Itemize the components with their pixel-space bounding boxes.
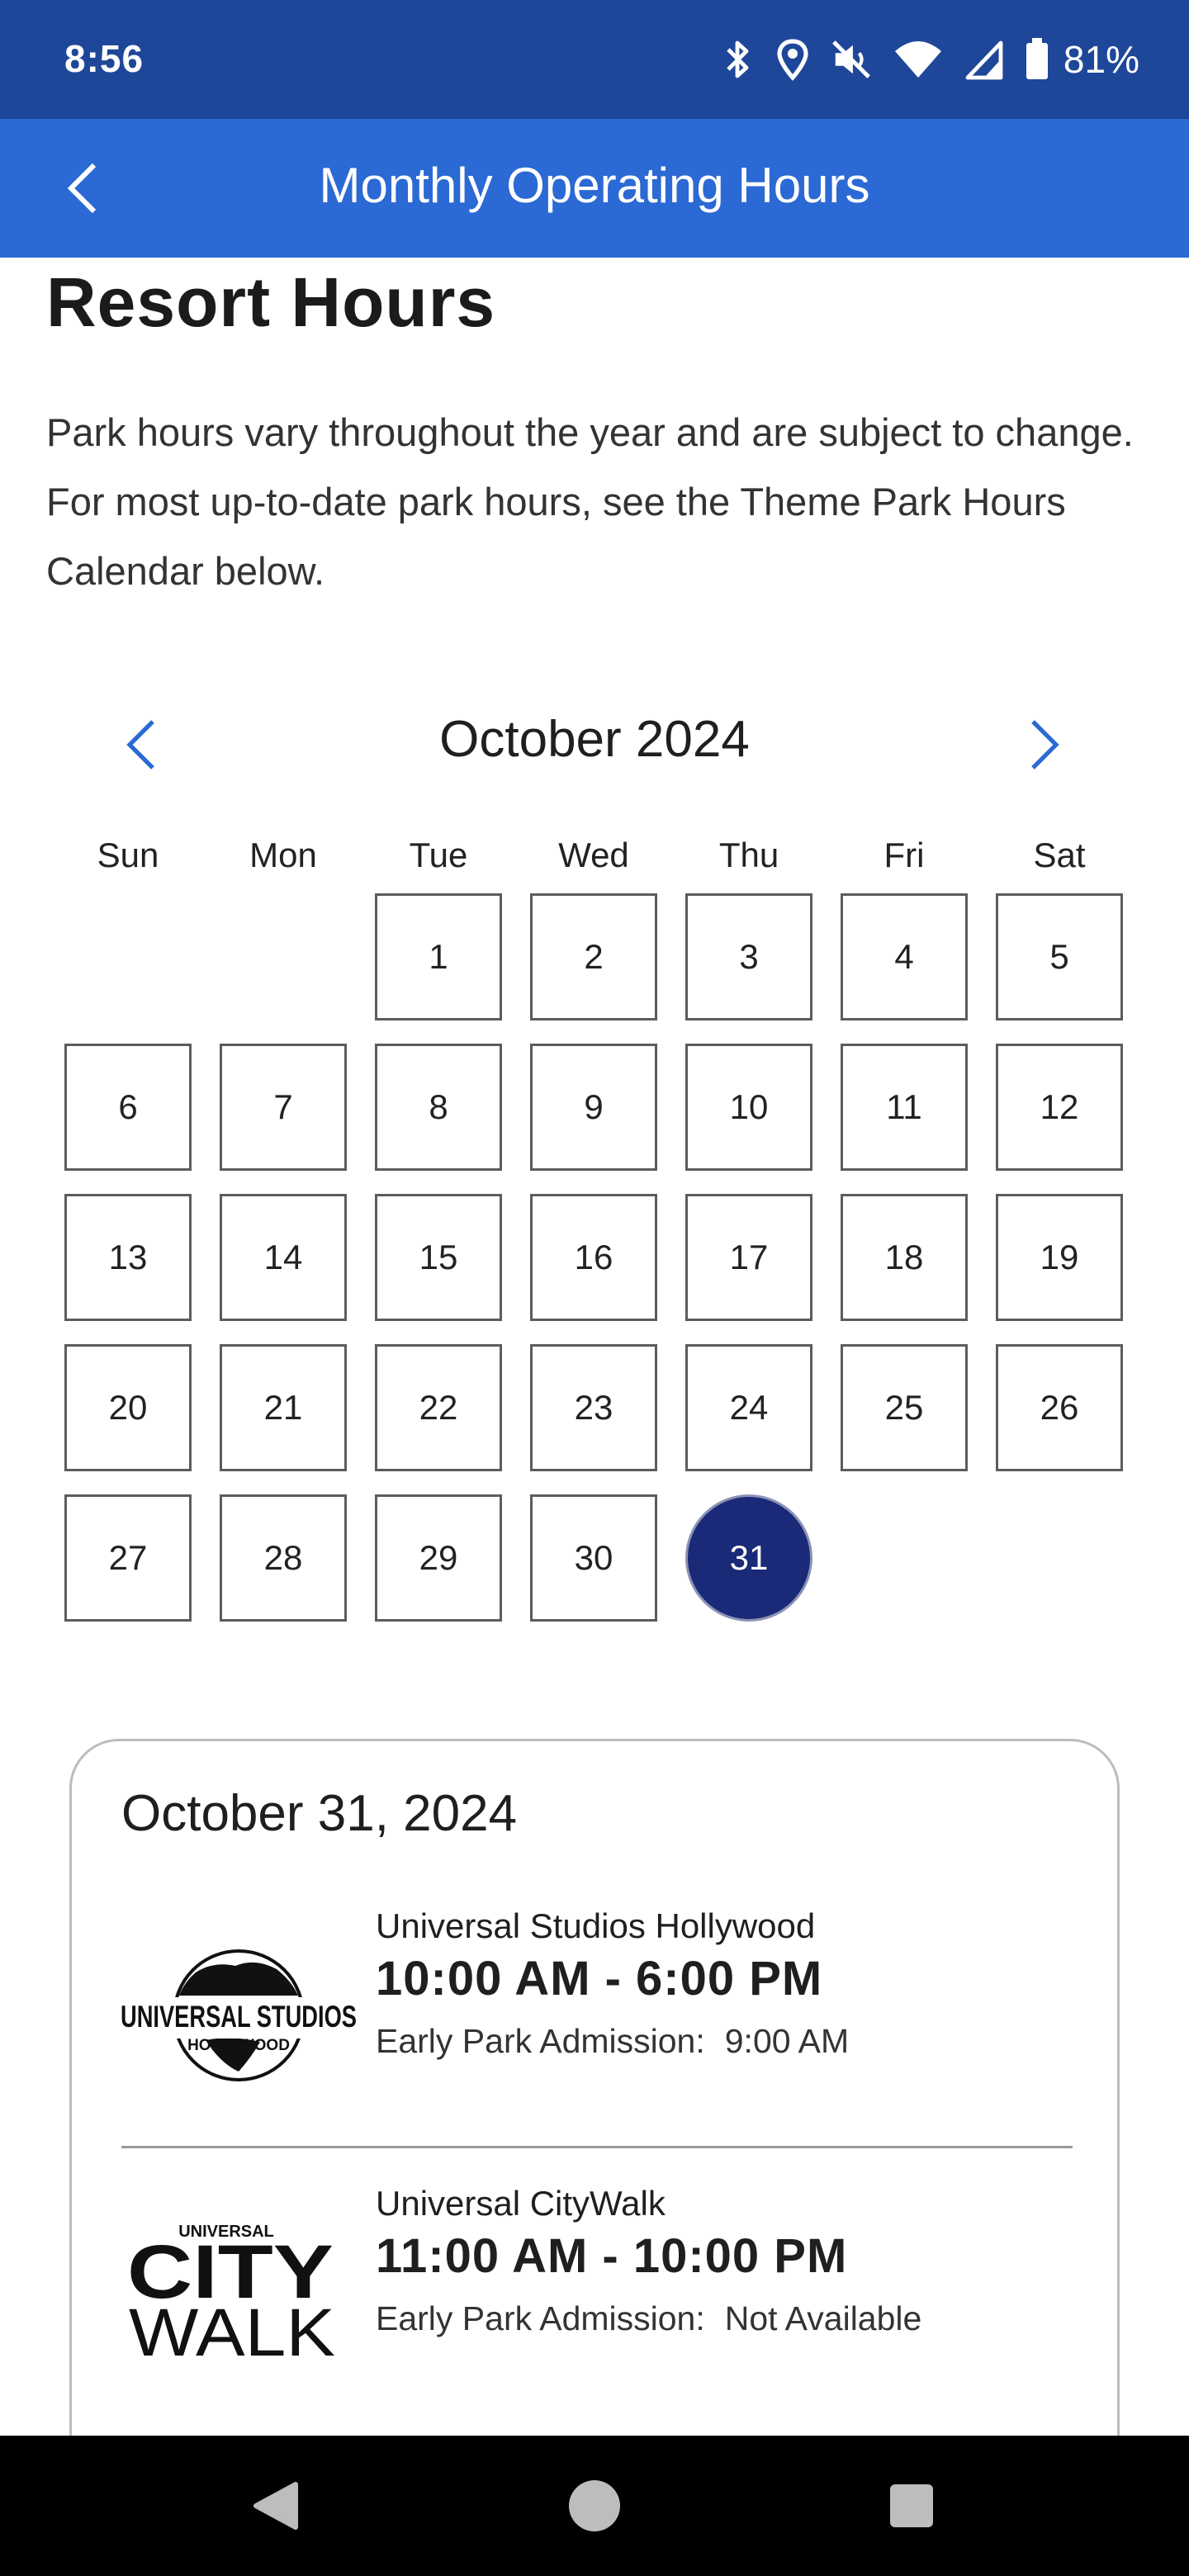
calendar-day-9[interactable]: 9 <box>530 1044 657 1171</box>
status-bar: 8:56 81% <box>0 0 1189 119</box>
calendar-day-16[interactable]: 16 <box>530 1194 657 1321</box>
calendar-day-2[interactable]: 2 <box>530 893 657 1020</box>
weekday-label-fri: Fri <box>883 836 925 874</box>
calendar-day-23[interactable]: 23 <box>530 1344 657 1471</box>
calendar-day-15[interactable]: 15 <box>375 1194 502 1321</box>
calendar-day-21[interactable]: 21 <box>220 1344 347 1471</box>
calendar-day-25[interactable]: 25 <box>841 1344 968 1471</box>
recents-square-icon <box>890 2484 933 2527</box>
weekday-label-wed: Wed <box>558 836 629 874</box>
resort-description: Park hours vary throughout the year and … <box>46 410 1134 593</box>
calendar-day-4[interactable]: 4 <box>841 893 968 1020</box>
nav-recents-button[interactable] <box>846 2436 978 2576</box>
calendar-day-18[interactable]: 18 <box>841 1194 968 1321</box>
early-admission: Early Park Admission: Not Available <box>376 2299 921 2338</box>
early-admission-label: Early Park Admission: <box>376 2022 705 2060</box>
back-triangle-icon <box>253 2482 298 2530</box>
page-title: Monthly Operating Hours <box>319 158 870 213</box>
calendar-month-label: October 2024 <box>439 711 750 768</box>
weekday-label-mon: Mon <box>249 836 317 874</box>
app-header: Monthly Operating Hours <box>0 119 1189 258</box>
calendar-day-5[interactable]: 5 <box>996 893 1123 1020</box>
status-icons: 81% <box>722 33 1139 86</box>
calendar-day-30[interactable]: 30 <box>530 1494 657 1622</box>
weekday-label-tue: Tue <box>409 836 468 874</box>
calendar-day-7[interactable]: 7 <box>220 1044 347 1171</box>
park-hours: 11:00 AM - 10:00 PM <box>376 2229 848 2283</box>
calendar-day-27[interactable]: 27 <box>64 1494 192 1622</box>
calendar-day-3[interactable]: 3 <box>685 893 812 1020</box>
calendar-day-20[interactable]: 20 <box>64 1344 192 1471</box>
weekday-label-thu: Thu <box>718 836 779 874</box>
calendar-day-22[interactable]: 22 <box>375 1344 502 1471</box>
battery-percentage: 81% <box>1063 38 1139 81</box>
park-hours: 10:00 AM - 6:00 PM <box>376 1952 823 2005</box>
mute-icon <box>832 40 870 78</box>
calendar-day-6[interactable]: 6 <box>64 1044 192 1171</box>
chevron-right-icon <box>1031 720 1059 769</box>
home-circle-icon <box>569 2480 620 2531</box>
signal-icon <box>965 40 1003 80</box>
early-admission-label: Early Park Admission: <box>376 2299 705 2337</box>
nav-back-button[interactable] <box>210 2436 342 2576</box>
location-icon <box>777 39 808 81</box>
calendar-day-29[interactable]: 29 <box>375 1494 502 1622</box>
universal-studios-hollywood-logo: UNIVERSAL STUDIOS HOLLYWOOD <box>115 1949 362 2081</box>
bluetooth-icon <box>727 40 749 78</box>
calendar-day-14[interactable]: 14 <box>220 1194 347 1321</box>
section-title: Resort Hours <box>46 263 496 341</box>
park-name: Universal CityWalk <box>376 2184 666 2223</box>
weekday-label-sun: Sun <box>97 836 159 874</box>
calendar-day-1[interactable]: 1 <box>375 893 502 1020</box>
battery-icon <box>1026 38 1048 79</box>
next-month-button[interactable] <box>1016 712 1073 778</box>
calendar-day-19[interactable]: 19 <box>996 1194 1123 1321</box>
logo-subtext: HOLLYWOOD <box>187 2037 290 2054</box>
calendar-day-10[interactable]: 10 <box>685 1044 812 1171</box>
navigation-bar <box>0 2436 1189 2576</box>
calendar-day-11[interactable]: 11 <box>841 1044 968 1171</box>
calendar-day-8[interactable]: 8 <box>375 1044 502 1171</box>
universal-citywalk-logo: UNIVERSAL CITY WALK <box>127 2223 335 2365</box>
logo-text: UNIVERSAL STUDIOS <box>121 2000 357 2034</box>
calendar-day-12[interactable]: 12 <box>996 1044 1123 1171</box>
calendar-day-28[interactable]: 28 <box>220 1494 347 1622</box>
early-admission-value: 9:00 AM <box>724 2022 850 2060</box>
weekday-label-sat: Sat <box>1033 836 1086 874</box>
calendar-day-26[interactable]: 26 <box>996 1344 1123 1471</box>
calendar-day-13[interactable]: 13 <box>64 1194 192 1321</box>
divider <box>121 2146 1073 2148</box>
early-admission-value: Not Available <box>724 2299 922 2337</box>
early-admission: Early Park Admission: 9:00 AM <box>376 2022 849 2061</box>
park-name: Universal Studios Hollywood <box>376 1906 816 1945</box>
status-time: 8:56 <box>64 37 144 80</box>
nav-home-button[interactable] <box>528 2436 661 2576</box>
wifi-icon <box>894 41 941 78</box>
calendar-day-31[interactable]: 31 <box>685 1494 812 1622</box>
selected-date: October 31, 2024 <box>121 1785 518 1842</box>
calendar-day-24[interactable]: 24 <box>685 1344 812 1471</box>
logo-text-walk: WALK <box>129 2295 335 2365</box>
calendar-day-17[interactable]: 17 <box>685 1194 812 1321</box>
